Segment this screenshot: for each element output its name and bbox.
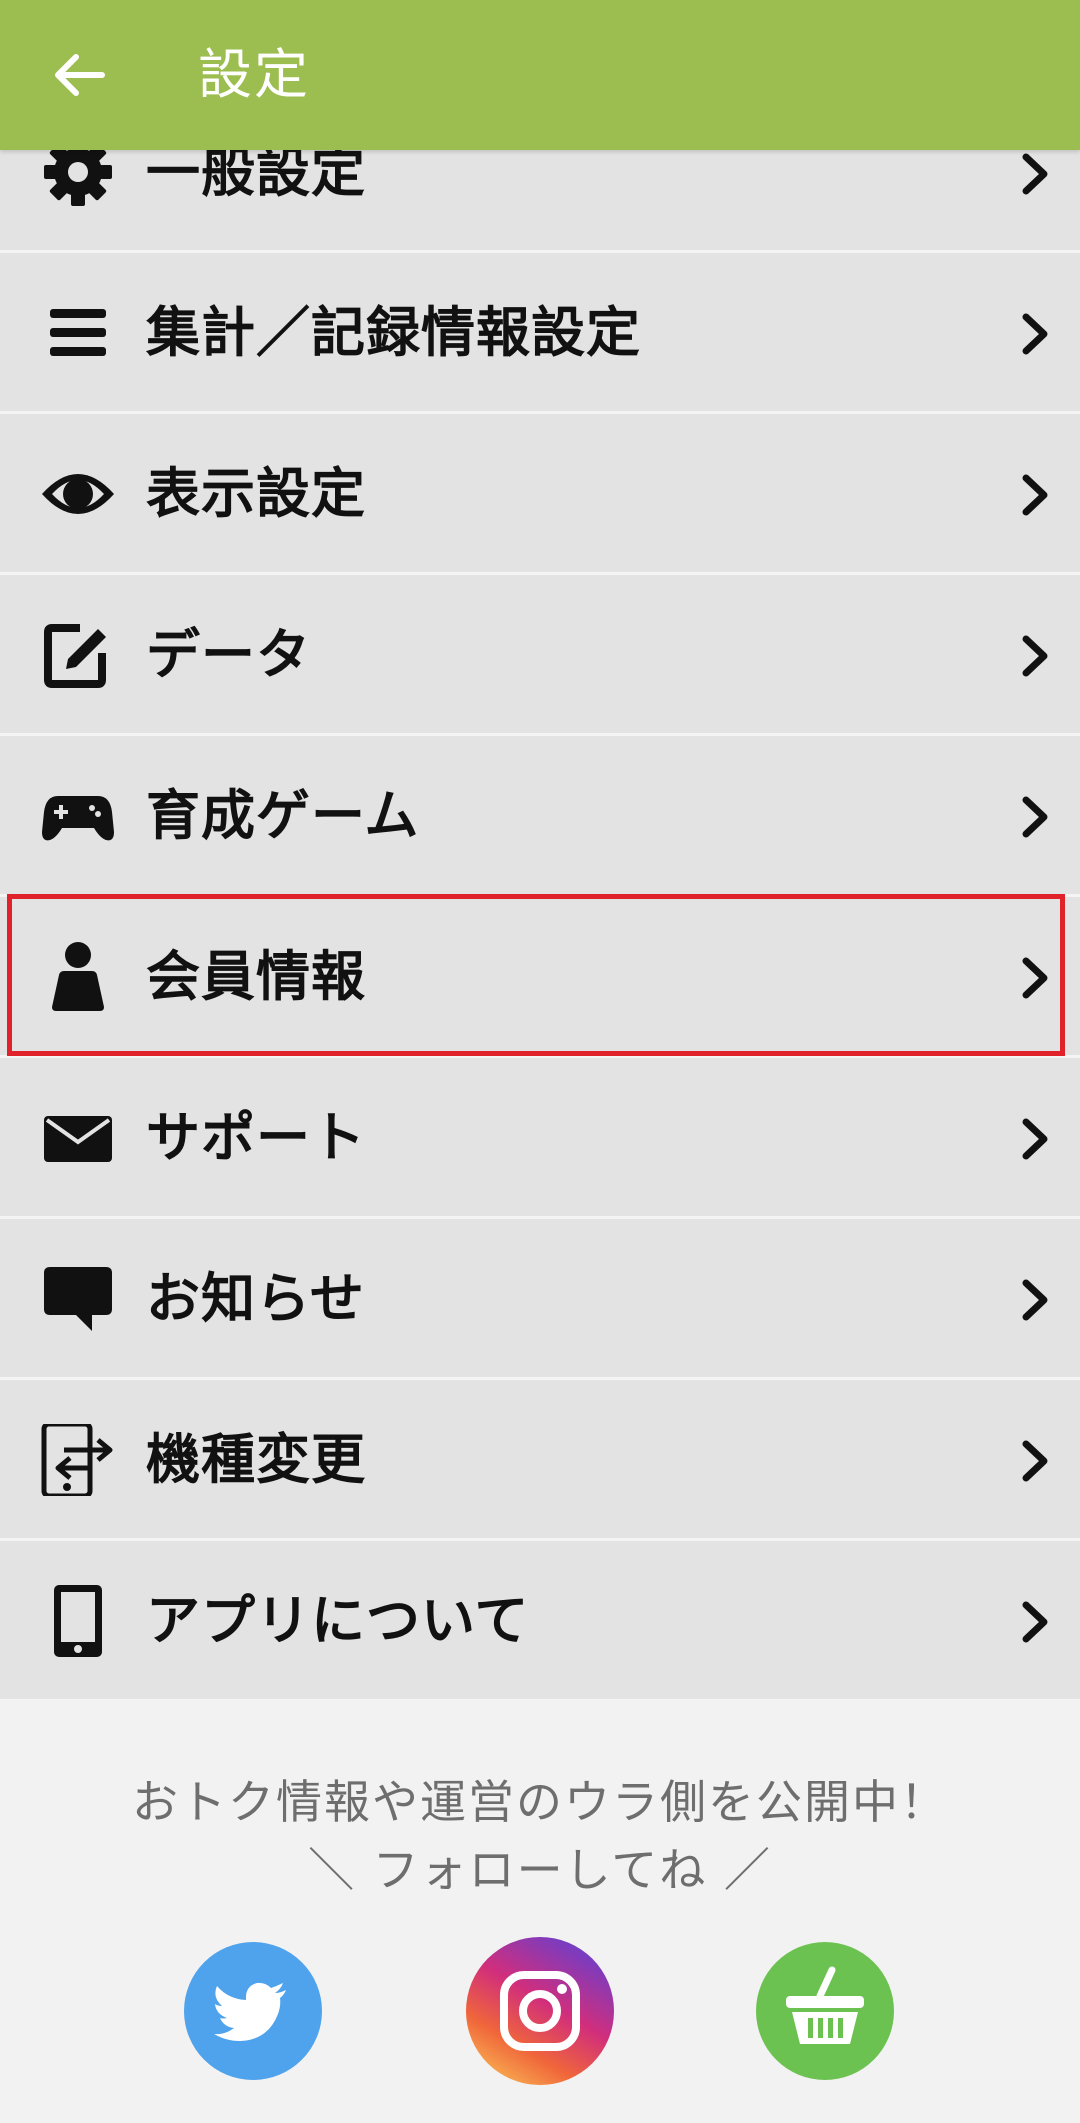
person-icon <box>52 942 104 1011</box>
twitter-icon[interactable] <box>184 1942 322 2080</box>
app-bar: 設定 <box>0 0 1080 150</box>
back-arrow-icon[interactable] <box>46 42 112 108</box>
social-promo: おトク情報や運営のウラ側を公開中！ ＼ フォローしてね ／ <box>0 1700 1080 2123</box>
promo-follow-text: ＼ フォローしてね ／ <box>308 1843 772 1897</box>
menu-item-label: 育成ゲーム <box>146 784 420 847</box>
eye-icon <box>42 474 114 514</box>
menu-item-label: 機種変更 <box>146 1428 366 1491</box>
menu-item-about-app[interactable]: アプリについて <box>0 1541 1080 1702</box>
menu-item-device-change[interactable]: 機種変更 <box>0 1380 1080 1541</box>
chevron-right-icon <box>1022 313 1048 355</box>
shopping-basket-icon[interactable] <box>756 1942 894 2080</box>
chevron-right-icon <box>1022 957 1048 999</box>
smartphone-icon <box>54 1585 102 1657</box>
menu-item-label: 会員情報 <box>146 945 366 1008</box>
menu-item-display-settings[interactable]: 表示設定 <box>0 414 1080 575</box>
chevron-right-icon <box>1022 1601 1048 1643</box>
menu-item-label: データ <box>146 623 311 686</box>
gamepad-icon <box>42 796 114 841</box>
menu-item-news[interactable]: お知らせ <box>0 1219 1080 1380</box>
menu-item-training-game[interactable]: 育成ゲーム <box>0 736 1080 897</box>
menu-item-label: アプリについて <box>146 1589 530 1652</box>
phone-transfer-icon <box>41 1424 113 1496</box>
chevron-right-icon <box>1022 474 1048 516</box>
menu-item-aggregate-settings[interactable]: 集計／記録情報設定 <box>0 253 1080 414</box>
chat-bubble-icon <box>44 1267 112 1331</box>
menu-item-data[interactable]: データ <box>0 575 1080 736</box>
chevron-right-icon <box>1022 1440 1048 1482</box>
instagram-icon[interactable] <box>466 1937 614 2085</box>
chevron-right-icon <box>1022 1279 1048 1321</box>
menu-item-label: 表示設定 <box>146 462 366 525</box>
promo-text: おトク情報や運営のウラ側を公開中！ <box>132 1775 948 1829</box>
chevron-right-icon <box>1022 635 1048 677</box>
menu-item-label: お知らせ <box>146 1267 365 1330</box>
settings-menu: 一般設定 集計／記録情報設定 表示設定 データ 育成ゲーム 会員情報 サポート … <box>0 93 1080 1702</box>
menu-item-label: 集計／記録情報設定 <box>146 301 641 364</box>
chevron-right-icon <box>1022 153 1048 195</box>
mail-icon <box>44 1116 112 1162</box>
menu-item-label: サポート <box>146 1106 366 1169</box>
list-icon <box>50 309 106 356</box>
edit-icon <box>44 624 106 688</box>
menu-item-support[interactable]: サポート <box>0 1058 1080 1219</box>
chevron-right-icon <box>1022 1118 1048 1160</box>
page-title: 設定 <box>198 43 310 106</box>
chevron-right-icon <box>1022 796 1048 838</box>
menu-item-member-info[interactable]: 会員情報 <box>0 897 1080 1058</box>
